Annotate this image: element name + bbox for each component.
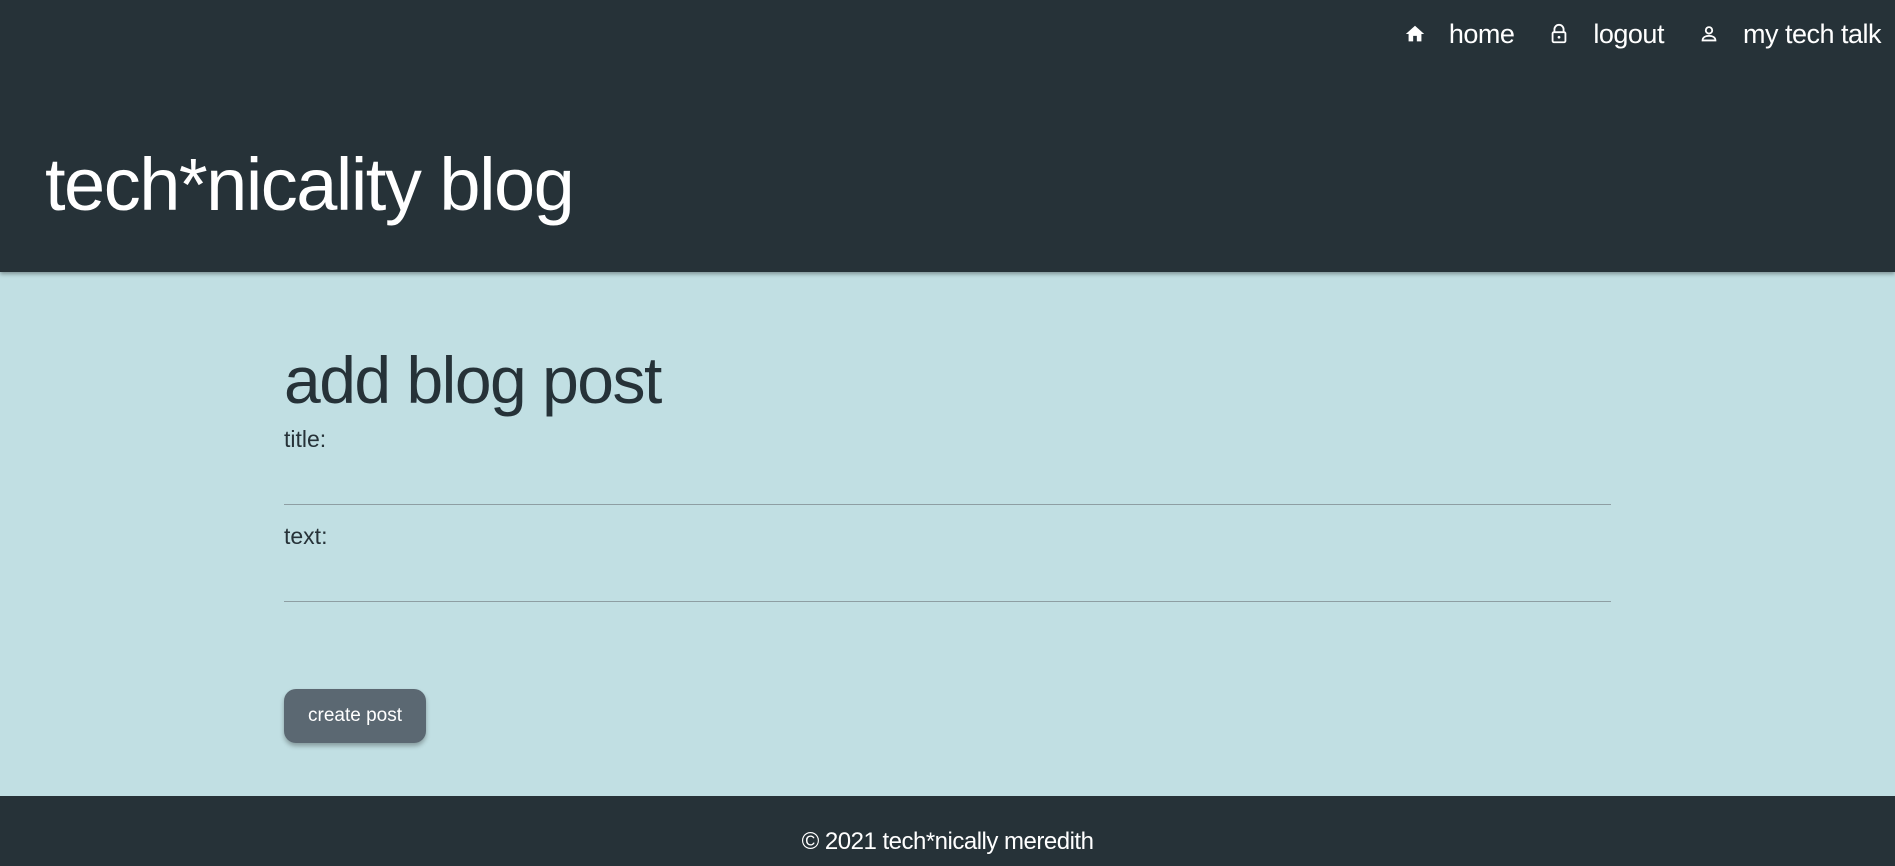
text-label: text: [284, 523, 328, 549]
site-header: home logout my tech talk tech*nicality b… [0, 0, 1895, 272]
home-icon [1404, 23, 1426, 45]
footer-copyright: © 2021 tech*nically meredith [801, 828, 1094, 855]
create-post-button[interactable]: create post [284, 689, 426, 743]
site-brand[interactable]: tech*nicality blog [45, 140, 575, 230]
top-nav: home logout my tech talk [1370, 14, 1882, 54]
text-input[interactable] [284, 554, 1611, 602]
site-footer: © 2021 tech*nically meredith [0, 796, 1895, 866]
add-post-form: add blog post title: text: create post [284, 340, 1611, 743]
text-field-wrapper [284, 554, 1611, 602]
nav-my-tech-talk-link[interactable]: my tech talk [1698, 18, 1882, 50]
lock-icon [1548, 23, 1570, 45]
user-icon [1698, 23, 1720, 45]
nav-home-link[interactable]: home [1404, 19, 1515, 50]
page-title: add blog post [284, 343, 662, 417]
nav-logout-label: logout [1593, 18, 1664, 49]
title-input[interactable] [284, 457, 1611, 505]
nav-home-label: home [1448, 18, 1515, 49]
nav-my-tech-talk-label: my tech talk [1742, 18, 1882, 49]
title-label: title: [284, 426, 327, 452]
nav-logout-link[interactable]: logout [1548, 19, 1664, 50]
title-field-wrapper [284, 457, 1611, 505]
